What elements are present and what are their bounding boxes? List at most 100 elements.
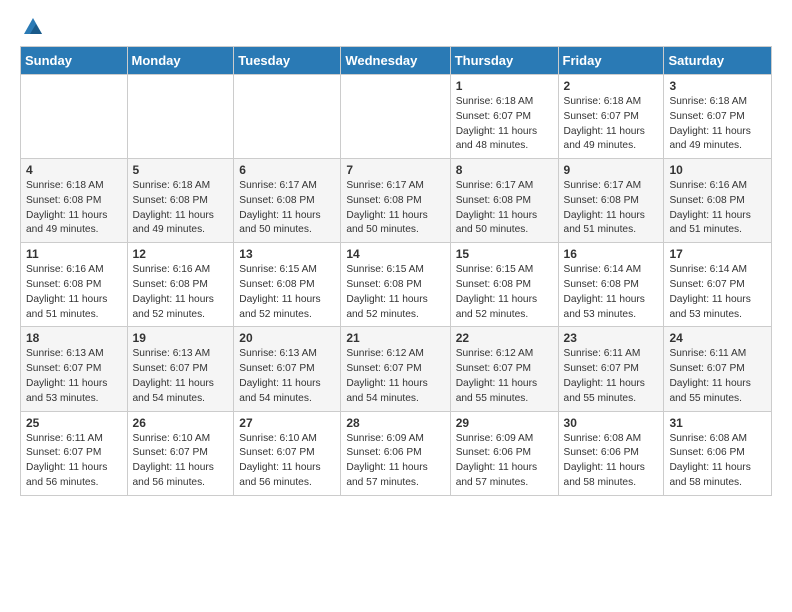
day-number: 31	[669, 416, 766, 430]
day-number: 15	[456, 247, 553, 261]
cell-content: Sunrise: 6:10 AMSunset: 6:07 PMDaylight:…	[133, 432, 229, 491]
day-number: 24	[669, 331, 766, 345]
cell-content: Sunrise: 6:11 AMSunset: 6:07 PMDaylight:…	[669, 347, 766, 406]
day-number: 17	[669, 247, 766, 261]
day-number: 5	[133, 163, 229, 177]
calendar-cell: 15 Sunrise: 6:15 AMSunset: 6:08 PMDayligh…	[450, 243, 558, 327]
col-header-wednesday: Wednesday	[341, 47, 450, 75]
calendar-cell: 5 Sunrise: 6:18 AMSunset: 6:08 PMDaylight…	[127, 159, 234, 243]
day-number: 1	[456, 79, 553, 93]
day-number: 8	[456, 163, 553, 177]
calendar-cell: 8Sunrise: 6:17 AMSunset: 6:08 PMDaylight…	[450, 159, 558, 243]
calendar-cell	[341, 75, 450, 159]
calendar-cell: 20 Sunrise: 6:13 AMSunset: 6:07 PMDayligh…	[234, 327, 341, 411]
cell-content: Sunrise: 6:15 AMSunset: 6:08 PMDaylight:…	[346, 263, 444, 322]
calendar-cell	[127, 75, 234, 159]
cell-content: Sunrise: 6:13 AMSunset: 6:07 PMDaylight:…	[239, 347, 335, 406]
cell-content: Sunrise: 6:13 AMSunset: 6:07 PMDaylight:…	[26, 347, 122, 406]
day-number: 9	[564, 163, 659, 177]
cell-content: Sunrise: 6:16 AMSunset: 6:08 PMDaylight:…	[26, 263, 122, 322]
day-number: 4	[26, 163, 122, 177]
week-row-1: 1 Sunrise: 6:18 AMSunset: 6:07 PMDaylight…	[21, 75, 772, 159]
day-number: 21	[346, 331, 444, 345]
cell-content: Sunrise: 6:18 AMSunset: 6:08 PMDaylight:…	[133, 179, 229, 238]
cell-content: Sunrise: 6:11 AMSunset: 6:07 PMDaylight:…	[26, 432, 122, 491]
col-header-sunday: Sunday	[21, 47, 128, 75]
calendar-cell: 31 Sunrise: 6:08 AMSunset: 6:06 PMDayligh…	[664, 411, 772, 495]
cell-content: Sunrise: 6:14 AMSunset: 6:07 PMDaylight:…	[669, 263, 766, 322]
calendar-cell: 23 Sunrise: 6:11 AMSunset: 6:07 PMDayligh…	[558, 327, 664, 411]
day-number: 26	[133, 416, 229, 430]
logo	[20, 16, 44, 38]
calendar-cell: 19 Sunrise: 6:13 AMSunset: 6:07 PMDayligh…	[127, 327, 234, 411]
cell-content: Sunrise: 6:08 AMSunset: 6:06 PMDaylight:…	[669, 432, 766, 491]
week-row-4: 18 Sunrise: 6:13 AMSunset: 6:07 PMDayligh…	[21, 327, 772, 411]
day-number: 30	[564, 416, 659, 430]
calendar-cell: 1 Sunrise: 6:18 AMSunset: 6:07 PMDaylight…	[450, 75, 558, 159]
calendar-cell: 6 Sunrise: 6:17 AMSunset: 6:08 PMDaylight…	[234, 159, 341, 243]
calendar-cell: 7Sunrise: 6:17 AMSunset: 6:08 PMDaylight…	[341, 159, 450, 243]
day-number: 10	[669, 163, 766, 177]
page-header	[20, 16, 772, 38]
calendar-cell: 9 Sunrise: 6:17 AMSunset: 6:08 PMDaylight…	[558, 159, 664, 243]
calendar-table: SundayMondayTuesdayWednesdayThursdayFrid…	[20, 46, 772, 496]
cell-content: Sunrise: 6:08 AMSunset: 6:06 PMDaylight:…	[564, 432, 659, 491]
day-number: 18	[26, 331, 122, 345]
col-header-monday: Monday	[127, 47, 234, 75]
col-header-tuesday: Tuesday	[234, 47, 341, 75]
day-number: 12	[133, 247, 229, 261]
day-number: 2	[564, 79, 659, 93]
cell-content: Sunrise: 6:16 AMSunset: 6:08 PMDaylight:…	[669, 179, 766, 238]
cell-content: Sunrise: 6:11 AMSunset: 6:07 PMDaylight:…	[564, 347, 659, 406]
calendar-cell: 29 Sunrise: 6:09 AMSunset: 6:06 PMDayligh…	[450, 411, 558, 495]
col-header-saturday: Saturday	[664, 47, 772, 75]
week-row-2: 4 Sunrise: 6:18 AMSunset: 6:08 PMDaylight…	[21, 159, 772, 243]
calendar-cell: 25 Sunrise: 6:11 AMSunset: 6:07 PMDayligh…	[21, 411, 128, 495]
cell-content: Sunrise: 6:10 AMSunset: 6:07 PMDaylight:…	[239, 432, 335, 491]
cell-content: Sunrise: 6:18 AMSunset: 6:07 PMDaylight:…	[456, 95, 553, 154]
cell-content: Sunrise: 6:15 AMSunset: 6:08 PMDaylight:…	[239, 263, 335, 322]
calendar-cell: 26 Sunrise: 6:10 AMSunset: 6:07 PMDayligh…	[127, 411, 234, 495]
calendar-cell: 10 Sunrise: 6:16 AMSunset: 6:08 PMDayligh…	[664, 159, 772, 243]
day-number: 22	[456, 331, 553, 345]
cell-content: Sunrise: 6:17 AMSunset: 6:08 PMDaylight:…	[239, 179, 335, 238]
cell-content: Sunrise: 6:12 AMSunset: 6:07 PMDaylight:…	[346, 347, 444, 406]
day-number: 14	[346, 247, 444, 261]
calendar-cell: 17 Sunrise: 6:14 AMSunset: 6:07 PMDayligh…	[664, 243, 772, 327]
cell-content: Sunrise: 6:15 AMSunset: 6:08 PMDaylight:…	[456, 263, 553, 322]
day-number: 16	[564, 247, 659, 261]
calendar-cell: 2 Sunrise: 6:18 AMSunset: 6:07 PMDaylight…	[558, 75, 664, 159]
calendar-cell: 30 Sunrise: 6:08 AMSunset: 6:06 PMDayligh…	[558, 411, 664, 495]
calendar-cell: 18 Sunrise: 6:13 AMSunset: 6:07 PMDayligh…	[21, 327, 128, 411]
col-header-thursday: Thursday	[450, 47, 558, 75]
week-row-3: 11 Sunrise: 6:16 AMSunset: 6:08 PMDayligh…	[21, 243, 772, 327]
cell-content: Sunrise: 6:16 AMSunset: 6:08 PMDaylight:…	[133, 263, 229, 322]
calendar-cell: 3 Sunrise: 6:18 AMSunset: 6:07 PMDaylight…	[664, 75, 772, 159]
cell-content: Sunrise: 6:18 AMSunset: 6:07 PMDaylight:…	[564, 95, 659, 154]
col-header-friday: Friday	[558, 47, 664, 75]
day-number: 11	[26, 247, 122, 261]
week-row-5: 25 Sunrise: 6:11 AMSunset: 6:07 PMDayligh…	[21, 411, 772, 495]
day-number: 25	[26, 416, 122, 430]
calendar-cell: 24 Sunrise: 6:11 AMSunset: 6:07 PMDayligh…	[664, 327, 772, 411]
day-number: 20	[239, 331, 335, 345]
cell-content: Sunrise: 6:14 AMSunset: 6:08 PMDaylight:…	[564, 263, 659, 322]
day-number: 29	[456, 416, 553, 430]
day-number: 27	[239, 416, 335, 430]
calendar-cell: 16 Sunrise: 6:14 AMSunset: 6:08 PMDayligh…	[558, 243, 664, 327]
calendar-cell: 4Sunrise: 6:18 AMSunset: 6:08 PMDaylight…	[21, 159, 128, 243]
cell-content: Sunrise: 6:13 AMSunset: 6:07 PMDaylight:…	[133, 347, 229, 406]
cell-content: Sunrise: 6:09 AMSunset: 6:06 PMDaylight:…	[346, 432, 444, 491]
day-number: 23	[564, 331, 659, 345]
calendar-cell: 28 Sunrise: 6:09 AMSunset: 6:06 PMDayligh…	[341, 411, 450, 495]
cell-content: Sunrise: 6:17 AMSunset: 6:08 PMDaylight:…	[564, 179, 659, 238]
day-number: 28	[346, 416, 444, 430]
calendar-cell: 14 Sunrise: 6:15 AMSunset: 6:08 PMDayligh…	[341, 243, 450, 327]
day-number: 19	[133, 331, 229, 345]
calendar-cell: 21 Sunrise: 6:12 AMSunset: 6:07 PMDayligh…	[341, 327, 450, 411]
cell-content: Sunrise: 6:12 AMSunset: 6:07 PMDaylight:…	[456, 347, 553, 406]
day-number: 3	[669, 79, 766, 93]
day-number: 6	[239, 163, 335, 177]
cell-content: Sunrise: 6:18 AMSunset: 6:07 PMDaylight:…	[669, 95, 766, 154]
cell-content: Sunrise: 6:09 AMSunset: 6:06 PMDaylight:…	[456, 432, 553, 491]
